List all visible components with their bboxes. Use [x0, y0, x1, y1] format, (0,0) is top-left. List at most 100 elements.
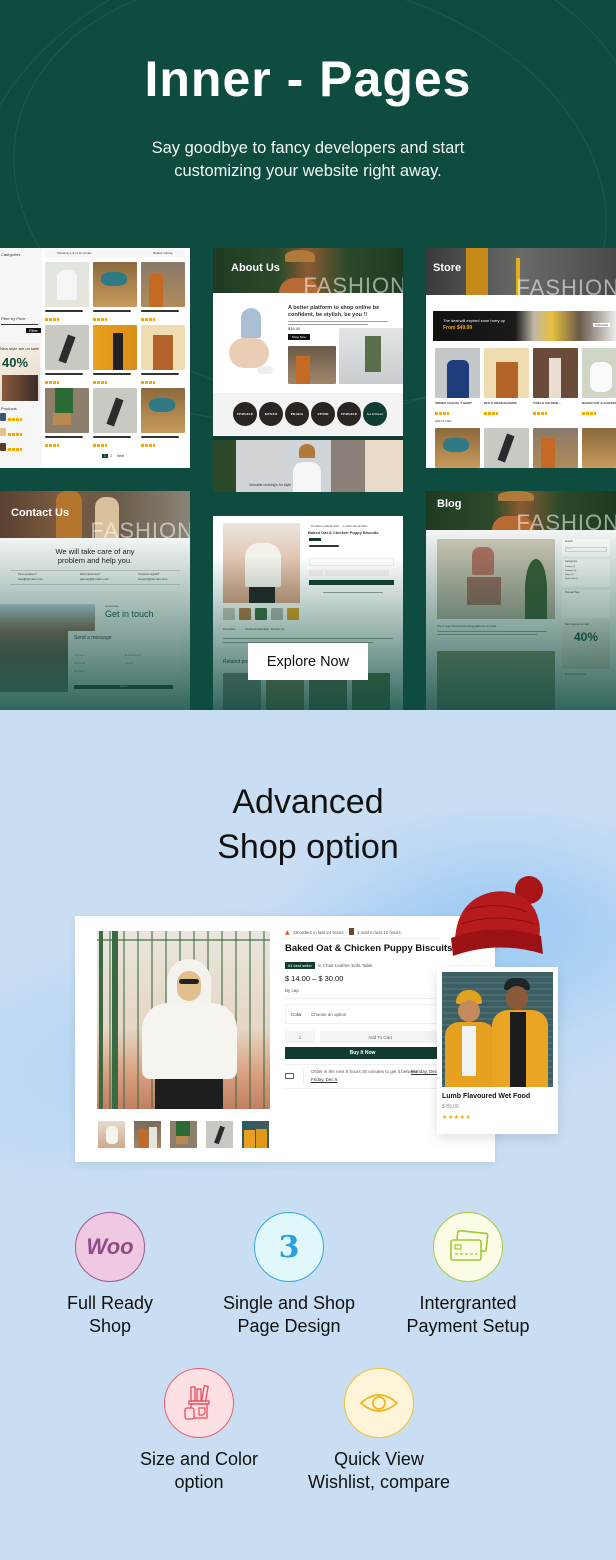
product-image[interactable]	[582, 348, 616, 398]
product-thumbnail[interactable]	[98, 1121, 125, 1148]
product-image[interactable]	[93, 262, 137, 307]
brand-circle[interactable]: PRADA	[285, 402, 309, 426]
pencil-cup-icon	[164, 1368, 234, 1438]
product-image[interactable]	[45, 325, 89, 370]
related-product-card[interactable]: Lumb Flavoured Wet Food $ 89.00 ★★★★★	[437, 967, 558, 1134]
contact-page-preview[interactable]: Contact Us FASHION We will take care of …	[0, 491, 190, 710]
about-heading: A better platform to shop online be conf…	[288, 305, 380, 318]
store-page-preview[interactable]: Store FASHION The deal will expired soon…	[426, 248, 616, 468]
quantity-input[interactable]: 1	[285, 1031, 315, 1043]
product-image[interactable]	[484, 428, 529, 468]
message-field[interactable]: Message	[74, 670, 84, 673]
color-select[interactable]: Color Choose an option	[285, 1004, 440, 1024]
thumbnail[interactable]	[287, 608, 299, 620]
product-image[interactable]	[582, 428, 616, 468]
contact-email[interactable]: help@domain.com	[18, 577, 43, 581]
delivery-date-end[interactable]: Friday, Dec 5	[311, 1077, 337, 1082]
deal-banner[interactable]: The deal will expired soon hurry up From…	[433, 311, 616, 341]
thumbnail[interactable]	[223, 608, 235, 620]
related-product-price: $ 89.00	[442, 1104, 459, 1110]
support-email[interactable]: support@domain.com	[138, 577, 167, 581]
product-thumbnail[interactable]	[206, 1121, 233, 1148]
eye-icon	[344, 1368, 414, 1438]
promo-banner[interactable]: New style are on sale! 40%	[0, 343, 40, 401]
see-all-brands-button[interactable]: See All Brands	[363, 402, 387, 426]
add-to-cart-button[interactable]	[325, 570, 389, 576]
buy-now-button[interactable]: Buy It Now	[285, 1047, 440, 1059]
pagination-next[interactable]: Next	[117, 454, 124, 458]
add-to-cart-link[interactable]: ADD TO CART	[435, 420, 452, 423]
phone-field[interactable]: Phone No	[74, 662, 85, 665]
feature-single-shop-page: 3 Single and Shop Page Design	[199, 1212, 379, 1338]
category-link[interactable]: Shoes (1)	[565, 574, 574, 576]
email-field[interactable]: Email Address	[125, 654, 141, 657]
thumbnail[interactable]	[239, 608, 251, 620]
product-image[interactable]	[533, 348, 578, 398]
feature-full-ready-shop: Woo Full Ready Shop	[20, 1212, 200, 1338]
product-image[interactable]	[45, 262, 89, 307]
category-link[interactable]: Footwear (3)	[565, 570, 576, 572]
blog-promo-banner[interactable]: New style are on sale! 40%	[562, 621, 610, 669]
submit-button[interactable]: Submit	[74, 685, 173, 689]
product-image[interactable]	[93, 388, 137, 433]
related-product-name[interactable]: Lumb Flavoured Wet Food	[442, 1093, 530, 1100]
pagination-page-1[interactable]: 1	[102, 454, 108, 458]
brand-circle[interactable]: FENDI	[311, 402, 335, 426]
blog-page-preview[interactable]: Blog FASHION Top 9 dog food and feeding …	[426, 491, 616, 710]
brand-circle[interactable]: VERSACE	[233, 402, 257, 426]
product-image[interactable]	[141, 262, 185, 307]
vendor-link[interactable]: By cap	[285, 988, 299, 993]
buy-now-button[interactable]	[309, 580, 394, 585]
color-select[interactable]	[309, 558, 394, 566]
blog-search-input[interactable]: Search	[565, 547, 607, 552]
shop-page-preview[interactable]: Categories Filter by Price Filter New st…	[0, 248, 190, 468]
product-image[interactable]	[484, 348, 529, 398]
filter-button[interactable]: Filter	[26, 328, 41, 333]
partner-email[interactable]: partner@domain.com	[80, 577, 109, 581]
product-image[interactable]	[435, 348, 480, 398]
blog-hero: Blog FASHION	[426, 491, 616, 530]
blog-post-image[interactable]	[437, 651, 555, 710]
sort-select[interactable]: Default sorting	[153, 251, 172, 255]
thumbnail[interactable]	[271, 608, 283, 620]
product-thumbnail[interactable]	[170, 1121, 197, 1148]
quantity-input[interactable]	[309, 570, 323, 576]
product-image[interactable]	[435, 428, 480, 468]
add-to-cart-button[interactable]: Add To Cart	[320, 1031, 440, 1043]
blog-post-title[interactable]: Top 9 dog food and feeding patterns to k…	[437, 624, 496, 628]
product-page-preview[interactable]: 19 orders in last 24 hours 1 sold in las…	[213, 516, 403, 710]
product-image[interactable]	[93, 325, 137, 370]
about-image	[288, 346, 336, 384]
explore-now-button[interactable]: Explore Now	[248, 643, 368, 680]
product-image[interactable]	[141, 388, 185, 433]
pagination-page-2[interactable]: 2	[110, 454, 112, 458]
about-page-preview[interactable]: About Us FASHION A better platform to sh…	[213, 248, 403, 492]
subject-field[interactable]: Subject	[125, 662, 133, 665]
tab-additional-information[interactable]: Additional Information	[245, 628, 269, 631]
shop-now-button[interactable]: Shop Now	[288, 334, 310, 340]
tags-widget: Popular Tags	[562, 590, 610, 618]
full-name-field[interactable]: Full Name	[74, 654, 85, 657]
brand-circle[interactable]: KENZO	[259, 402, 283, 426]
related-product-image[interactable]	[442, 972, 553, 1087]
price-slider[interactable]	[1, 324, 38, 325]
thumbnail[interactable]	[255, 608, 267, 620]
tab-description[interactable]: Description	[223, 628, 236, 631]
product-detail-card: ▲ 19 orders in last 24 hours 1 sold in l…	[75, 916, 495, 1162]
tab-reviews[interactable]: Reviews (1)	[271, 628, 284, 631]
product-title: Baked Oat & Chicken Puppy Biscuits	[285, 943, 453, 954]
product-image[interactable]	[533, 428, 578, 468]
get-in-touch-heading: Get in touch	[105, 609, 154, 619]
category-link[interactable]: Fashion (3)	[565, 566, 575, 568]
deal-subscribe-button[interactable]: Subscribe	[593, 323, 611, 327]
product-thumbnail[interactable]	[134, 1121, 161, 1148]
blog-post-image[interactable]	[437, 539, 555, 619]
product-thumbnail[interactable]	[242, 1121, 269, 1148]
product-image[interactable]	[141, 325, 185, 370]
product-image[interactable]	[45, 388, 89, 433]
brand-circle[interactable]: VERSACE	[337, 402, 361, 426]
product-main-image[interactable]	[97, 931, 270, 1109]
banner-slider[interactable]: Versatile clothing's for style	[213, 440, 403, 492]
category-link[interactable]: Shoes Feel (2)	[565, 578, 578, 580]
truck-icon	[285, 1073, 294, 1079]
